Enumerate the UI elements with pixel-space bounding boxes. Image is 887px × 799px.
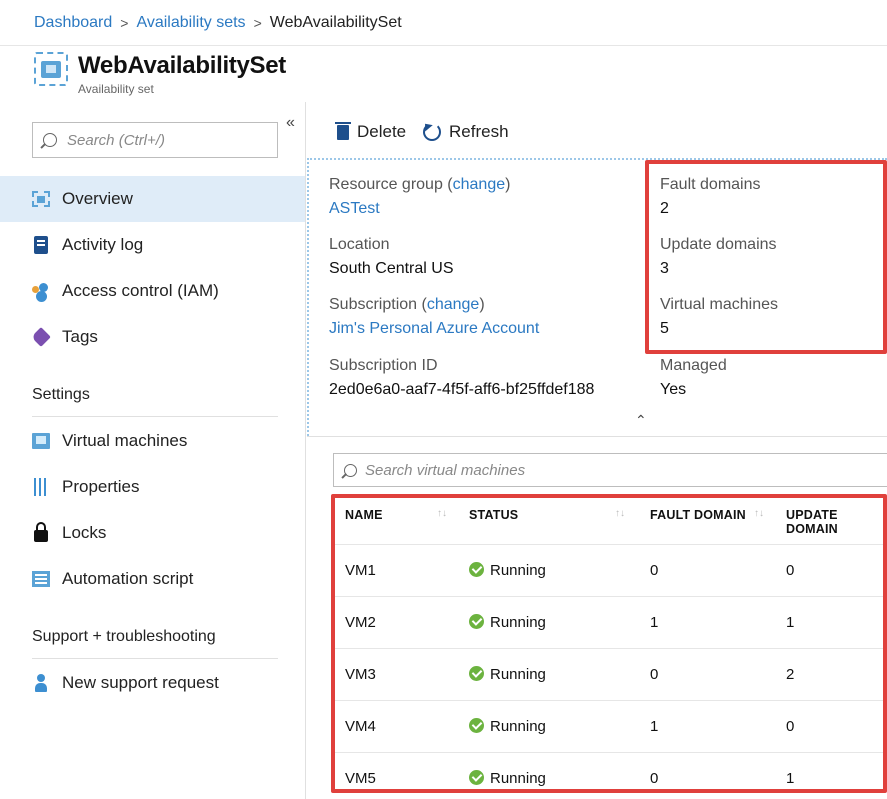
divider — [32, 416, 278, 417]
subscription-label: Subscription (change) — [329, 296, 485, 313]
breadcrumb-current: WebAvailabilitySet — [269, 13, 402, 31]
delete-button[interactable]: Delete — [335, 121, 407, 142]
sidebar-item-locks[interactable]: Locks — [0, 510, 305, 556]
collapse-sidebar-button[interactable]: « — [286, 114, 295, 132]
collapse-essentials-chevron-icon[interactable]: ⌃ — [635, 412, 647, 429]
sidebar-item-access-control[interactable]: Access control (IAM) — [0, 268, 305, 314]
sidebar-item-label: Automation script — [62, 569, 194, 588]
support-section-header: Support + troubleshooting — [32, 628, 216, 645]
managed-label: Managed — [660, 357, 727, 374]
sidebar-item-tags[interactable]: Tags — [0, 314, 305, 360]
sidebar-item-label: Properties — [62, 477, 140, 496]
subscription-change-link[interactable]: change — [427, 296, 480, 313]
breadcrumb-dashboard[interactable]: Dashboard — [34, 14, 112, 32]
breadcrumb-separator: > — [120, 14, 129, 31]
resource-group-value[interactable]: ASTest — [329, 200, 380, 218]
sidebar-item-label: Activity log — [62, 235, 144, 254]
refresh-button[interactable]: Refresh — [423, 122, 509, 142]
subscription-value[interactable]: Jim's Personal Azure Account — [329, 320, 539, 338]
divider — [307, 436, 887, 437]
sidebar-item-activity-log[interactable]: Activity log — [0, 222, 305, 268]
refresh-label: Refresh — [449, 122, 509, 141]
sidebar-search[interactable] — [32, 122, 278, 158]
tag-icon — [31, 327, 51, 347]
iam-icon — [32, 282, 50, 300]
resource-group-label: Resource group (change) — [329, 176, 511, 193]
overview-icon — [32, 190, 50, 208]
search-icon — [344, 463, 357, 477]
command-bar: Delete Refresh — [307, 102, 887, 158]
search-icon — [43, 133, 57, 147]
sidebar-item-virtual-machines[interactable]: Virtual machines — [0, 418, 305, 464]
breadcrumb: Dashboard > Availability sets > WebAvail… — [0, 0, 887, 46]
breadcrumb-separator: > — [253, 14, 262, 31]
breadcrumb-availability-sets[interactable]: Availability sets — [136, 14, 245, 32]
delete-label: Delete — [357, 122, 407, 141]
support-icon — [32, 674, 50, 692]
settings-section-header: Settings — [32, 386, 90, 403]
properties-icon — [32, 478, 50, 496]
page-title: WebAvailabilitySet — [78, 52, 286, 79]
vm-icon — [32, 432, 50, 450]
highlight-box-vm-table — [331, 494, 887, 793]
sidebar-item-properties[interactable]: Properties — [0, 464, 305, 510]
subscription-id-value: 2ed0e6a0-aaf7-4f5f-aff6-bf25ffdef188 — [329, 381, 595, 398]
trash-icon — [335, 121, 351, 140]
sidebar-item-label: Overview — [62, 189, 133, 208]
sidebar-search-input[interactable] — [67, 131, 257, 149]
sidebar: « Overview Activity log Access control (… — [0, 102, 306, 799]
sidebar-item-overview[interactable]: Overview — [0, 176, 305, 222]
sidebar-item-label: Virtual machines — [62, 431, 188, 450]
subscription-id-label: Subscription ID — [329, 357, 438, 374]
script-icon — [32, 570, 50, 588]
location-label: Location — [329, 236, 390, 253]
availability-set-icon — [34, 52, 68, 86]
sidebar-item-new-support-request[interactable]: New support request — [0, 660, 305, 706]
sidebar-item-label: Locks — [62, 523, 107, 542]
sidebar-item-automation-script[interactable]: Automation script — [0, 556, 305, 602]
sidebar-item-label: Tags — [62, 327, 98, 346]
activity-log-icon — [32, 236, 50, 254]
divider — [32, 658, 278, 659]
highlight-box-domains — [645, 160, 887, 354]
sidebar-item-label: New support request — [62, 673, 219, 692]
vm-search[interactable] — [333, 453, 887, 487]
location-value: South Central US — [329, 260, 454, 277]
lock-icon — [32, 522, 50, 542]
managed-value: Yes — [660, 381, 687, 398]
vm-search-input[interactable] — [365, 461, 845, 479]
refresh-icon — [423, 123, 441, 141]
page-header: WebAvailabilitySet Availability set — [0, 46, 887, 102]
resource-group-change-link[interactable]: change — [453, 176, 506, 193]
page-subtitle: Availability set — [78, 82, 154, 96]
sidebar-item-label: Access control (IAM) — [62, 281, 219, 300]
